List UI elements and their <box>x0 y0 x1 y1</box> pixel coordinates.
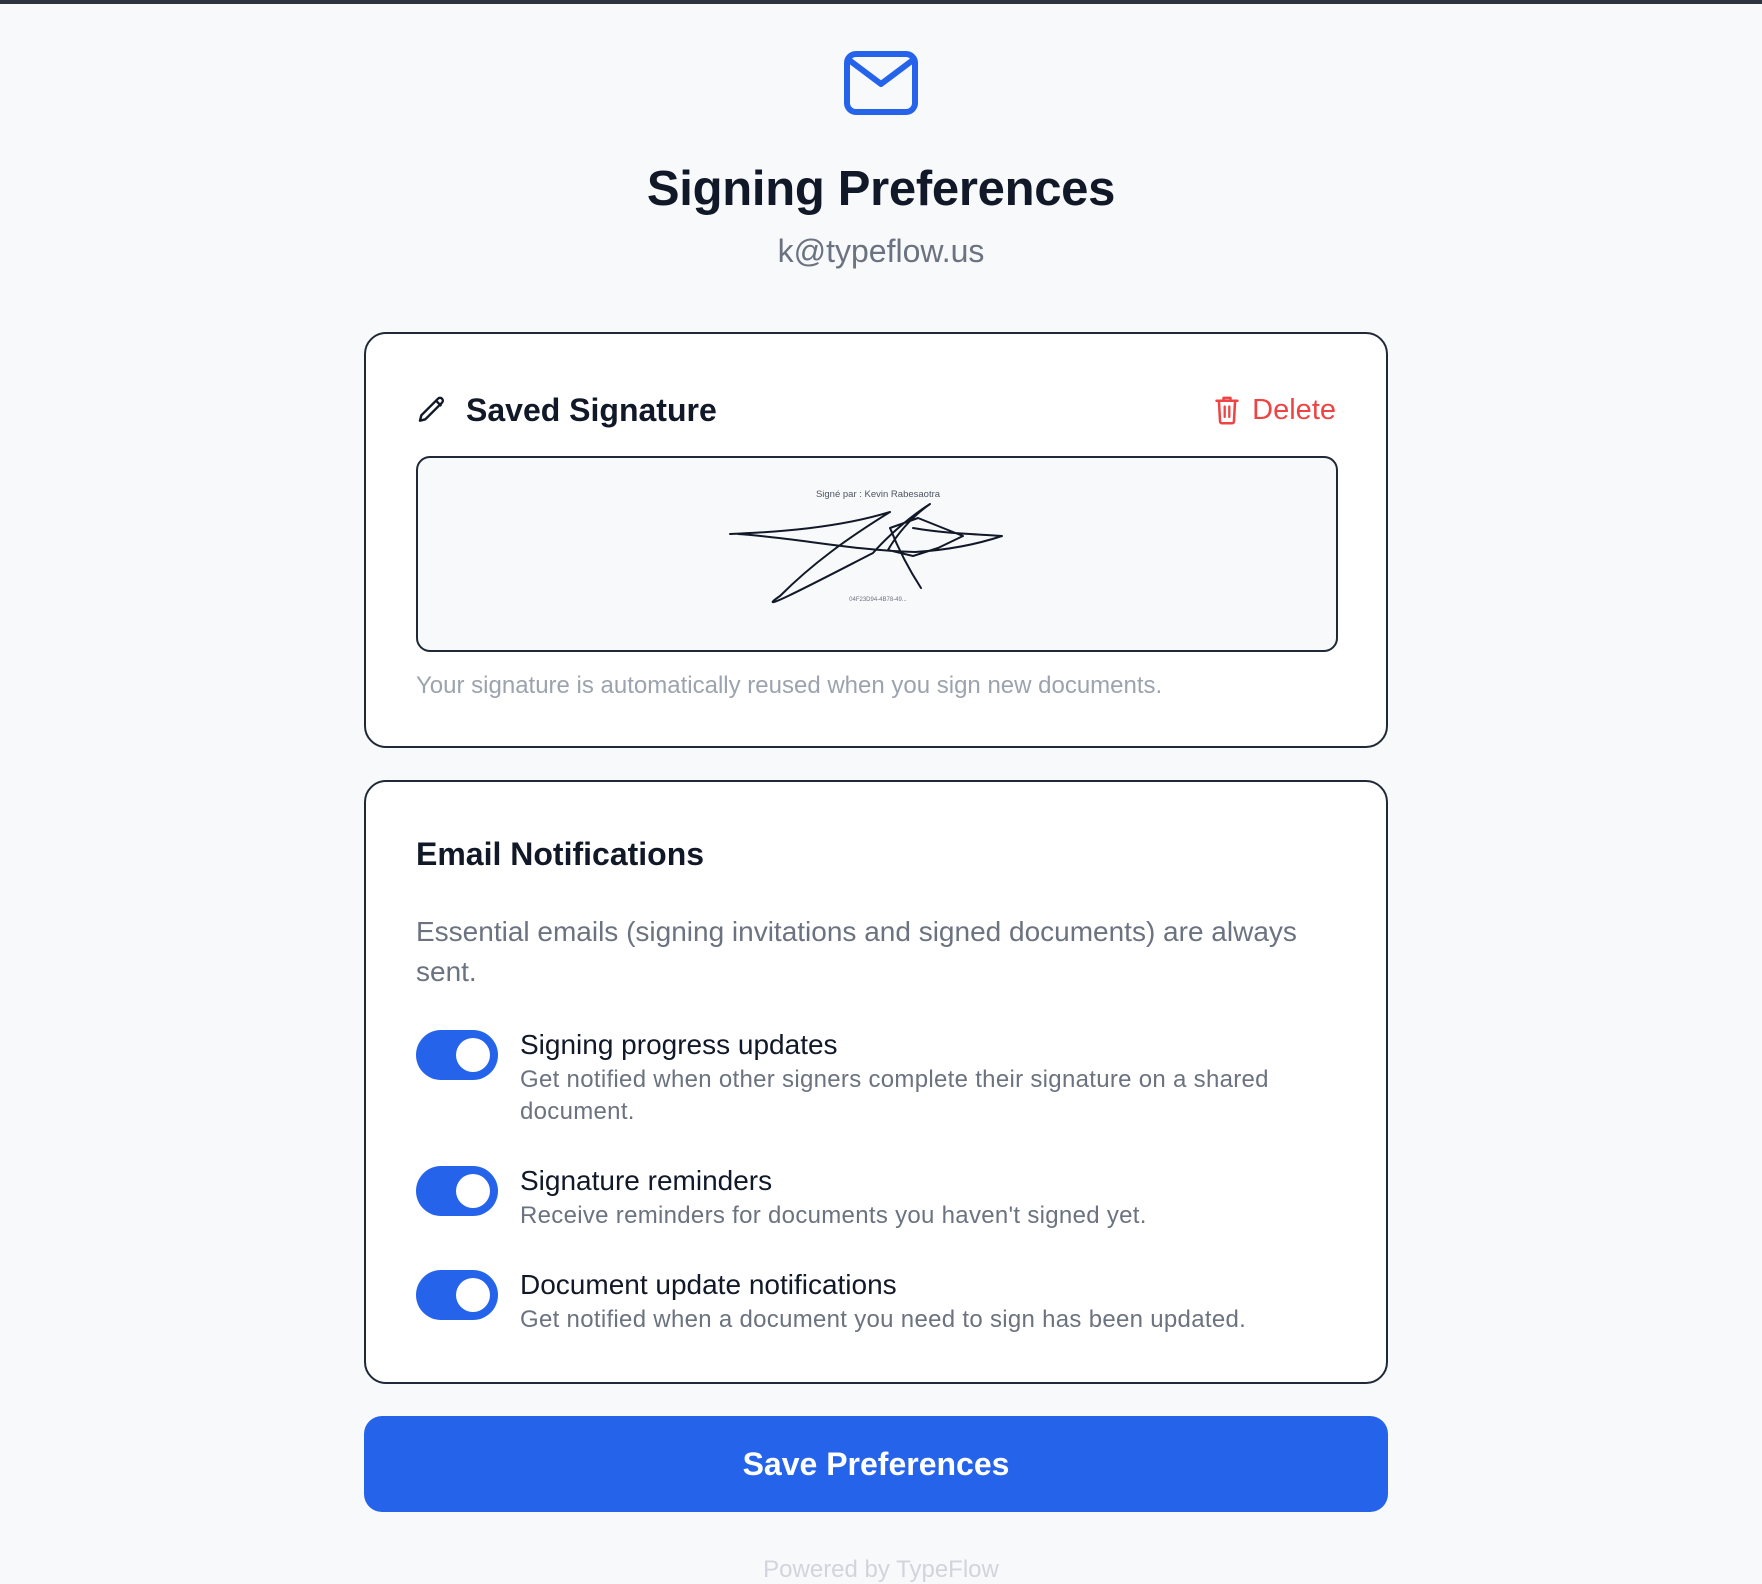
signature-id-text: 04F23D94-4B78-49... <box>849 597 907 603</box>
pencil-icon <box>418 396 445 422</box>
signature-drawing: Signé par : Kevin Rabesaotra 04F23D94-4B… <box>729 489 1003 604</box>
pref-label: Document update notifications <box>520 1269 897 1300</box>
saved-signature-header: Saved Signature Delete <box>416 390 1336 430</box>
trash-icon <box>1215 396 1239 425</box>
pref-label: Signing progress updates <box>520 1029 838 1060</box>
toggle-knob <box>456 1278 490 1312</box>
pref-signature-reminders: Signature reminders Receive reminders fo… <box>416 1164 1336 1232</box>
saved-signature-title-wrap: Saved Signature <box>416 392 717 429</box>
pref-description: Receive reminders for documents you have… <box>520 1202 1147 1229</box>
page-header: Signing Preferences k@typeflow.us <box>0 50 1762 270</box>
toggle-knob <box>456 1174 490 1208</box>
email-notifications-title: Email Notifications <box>416 836 705 872</box>
saved-signature-title: Saved Signature <box>466 391 717 428</box>
pref-text: Signing progress updates Get notified wh… <box>520 1028 1336 1128</box>
signature-preview: Signé par : Kevin Rabesaotra 04F23D94-4B… <box>416 456 1338 652</box>
delete-label: Delete <box>1252 393 1336 426</box>
save-preferences-button[interactable]: Save Preferences <box>364 1416 1388 1512</box>
delete-signature-button[interactable]: Delete <box>1214 394 1336 427</box>
email-notifications-description: Essential emails (signing invitations an… <box>416 916 1297 987</box>
pref-signing-progress: Signing progress updates Get notified wh… <box>416 1028 1336 1128</box>
pref-text: Document update notifications Get notifi… <box>520 1268 1336 1336</box>
preferences-page: Signing Preferences k@typeflow.us Saved … <box>0 0 1762 1583</box>
pref-description: Get notified when other signers complete… <box>520 1066 1269 1125</box>
page-title: Signing Preferences <box>646 162 1116 216</box>
signature-reuse-note: Your signature is automatically reused w… <box>416 672 1163 699</box>
pref-text: Signature reminders Receive reminders fo… <box>520 1164 1336 1232</box>
pref-label: Signature reminders <box>520 1165 773 1196</box>
signature-reminders-toggle[interactable] <box>416 1166 498 1216</box>
document-updates-toggle[interactable] <box>416 1270 498 1320</box>
pref-description: Get notified when a document you need to… <box>520 1306 1247 1333</box>
signed-by-text: Signé par : Kevin Rabesaotra <box>816 489 941 500</box>
footer-powered-by: Powered by TypeFlow <box>763 1556 999 1583</box>
pref-document-updates: Document update notifications Get notifi… <box>416 1268 1336 1336</box>
saved-signature-card: Saved Signature Delete Signé par : Kevin… <box>364 332 1388 748</box>
user-email: k@typeflow.us <box>777 233 985 269</box>
email-notifications-card: Email Notifications Essential emails (si… <box>364 780 1388 1384</box>
signing-progress-toggle[interactable] <box>416 1030 498 1080</box>
toggle-knob <box>456 1038 490 1072</box>
mail-icon <box>844 51 918 115</box>
